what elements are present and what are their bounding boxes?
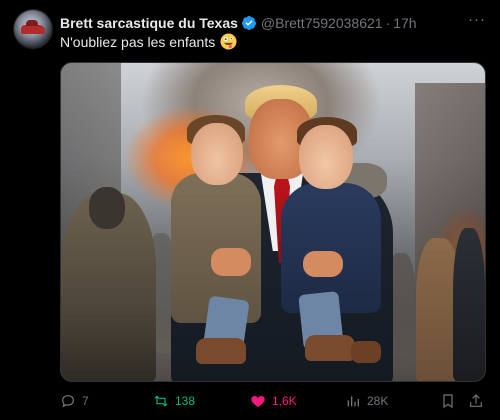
share-icon [470, 394, 482, 407]
reply-button[interactable]: 7 [60, 390, 89, 412]
like-button[interactable]: 1,6K [250, 390, 297, 412]
author-name[interactable]: Brett sarcastique du Texas [60, 15, 238, 31]
reply-count: 7 [82, 394, 89, 408]
tweet-media-image[interactable] [60, 62, 486, 382]
tweet-text: N'oubliez pas les enfants [60, 33, 237, 50]
retweet-count: 138 [175, 394, 196, 408]
views-count: 28K [367, 394, 389, 408]
views-button[interactable]: 28K [345, 390, 388, 412]
bookmark-icon [443, 394, 453, 409]
share-button[interactable] [468, 390, 484, 412]
views-icon [347, 396, 359, 407]
tweet-actions-bar: 7 138 1,6K 28K [60, 390, 484, 412]
retweet-button[interactable]: 138 [153, 390, 195, 412]
retweet-icon [154, 395, 168, 407]
more-icon[interactable]: ··· [468, 12, 486, 28]
author-handle[interactable]: @Brett7592038621 [261, 15, 383, 31]
bookmark-button[interactable] [440, 390, 456, 412]
zany-face-emoji-icon [220, 33, 237, 50]
tweet-card[interactable]: Brett sarcastique du Texas @Brett7592038… [0, 0, 500, 420]
tweet-timestamp[interactable]: 17h [393, 15, 416, 31]
reply-icon [62, 395, 74, 408]
like-count: 1,6K [272, 394, 297, 408]
tweet-text-content: N'oubliez pas les enfants [60, 33, 216, 50]
separator-dot: · [385, 15, 391, 31]
author-avatar[interactable] [14, 10, 52, 48]
tweet-header: Brett sarcastique du Texas @Brett7592038… [60, 13, 460, 33]
verified-icon [241, 16, 256, 30]
like-icon [251, 396, 265, 407]
